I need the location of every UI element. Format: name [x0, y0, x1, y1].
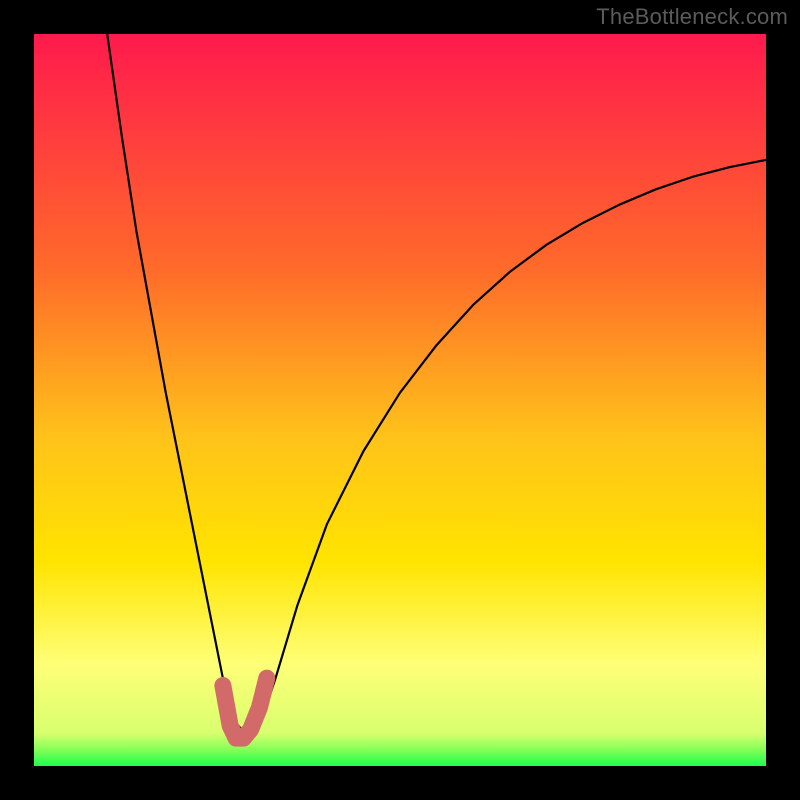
- watermark-text: TheBottleneck.com: [596, 4, 788, 30]
- chart-svg: [34, 34, 766, 766]
- plot-area: [34, 34, 766, 766]
- chart-frame: TheBottleneck.com: [0, 0, 800, 800]
- chart-background: [34, 34, 766, 766]
